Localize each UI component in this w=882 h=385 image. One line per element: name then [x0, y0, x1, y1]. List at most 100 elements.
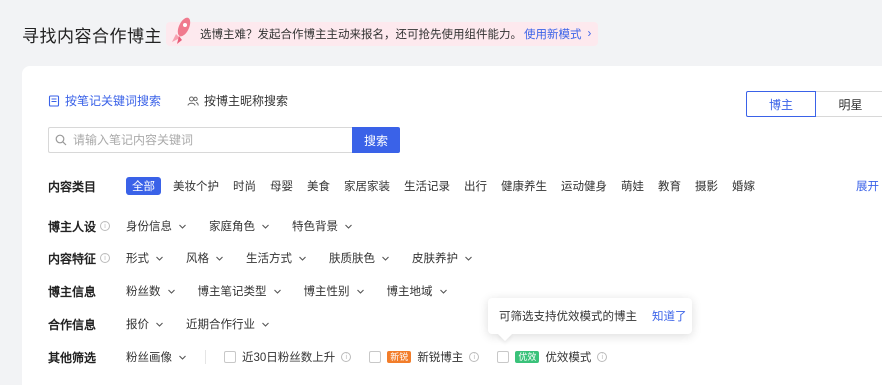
promo-text: 选博主难？发起合作博主主动来报名，还可抢先使用组件能力。: [200, 29, 522, 41]
dropdown-skin-type[interactable]: 肤质肤色: [329, 250, 390, 266]
search-card: 按笔记关键词搜索 按博主昵称搜索 博主 明星 搜索 内容类目 全部 美妆个护 时…: [22, 66, 882, 385]
dropdown-fans[interactable]: 粉丝数: [126, 283, 176, 299]
cooperation-row: 合作信息 报价 近期合作行业: [48, 314, 292, 334]
dropdown-label: 生活方式: [246, 253, 292, 265]
users-icon: [187, 96, 199, 106]
chevron-down-icon: [156, 256, 163, 261]
divider: [205, 350, 206, 364]
new-badge: 新锐: [387, 351, 412, 363]
segment-star[interactable]: 明星: [816, 91, 882, 117]
category-item[interactable]: 家居家装: [338, 177, 396, 195]
checkbox-fans-rising[interactable]: 近30日粉丝数上升 i: [224, 349, 352, 365]
info-icon[interactable]: i: [469, 352, 480, 362]
persona-row: 博主人设 i 身份信息 家庭角色 特色背景: [48, 216, 375, 236]
category-list: 全部 美妆个护 时尚 母婴 美食 家居家装 生活记录 出行 健康养生 运动健身 …: [126, 177, 761, 195]
category-item[interactable]: 健康养生: [495, 177, 553, 195]
dropdown-fans-profile[interactable]: 粉丝画像: [126, 349, 187, 365]
category-item[interactable]: 生活记录: [398, 177, 456, 195]
dropdown-skin-care[interactable]: 皮肤养护: [412, 250, 473, 266]
chevron-down-icon: [262, 224, 269, 229]
chevron-down-icon: [465, 256, 472, 261]
page-title: 寻找内容合作博主: [22, 27, 162, 46]
chevron-down-icon: [356, 289, 364, 294]
dropdown-label: 特色背景: [292, 221, 338, 233]
persona-label-text: 博主人设: [48, 219, 97, 234]
category-item[interactable]: 出行: [458, 177, 493, 195]
checkbox-label: 新锐博主: [417, 352, 464, 364]
dropdown-family-role[interactable]: 家庭角色: [209, 218, 270, 234]
persona-label: 博主人设 i: [48, 218, 126, 235]
search-button[interactable]: 搜索: [352, 127, 400, 153]
chevron-down-icon: [179, 224, 186, 229]
features-label-text: 内容特征: [48, 251, 97, 266]
rocket-icon: [172, 17, 191, 44]
info-icon[interactable]: i: [100, 253, 111, 263]
tab-note-keyword[interactable]: 按笔记关键词搜索: [48, 92, 161, 109]
info-icon[interactable]: i: [341, 352, 352, 362]
checkbox-effective-mode[interactable]: 优效 优效模式 i: [497, 349, 608, 365]
category-item[interactable]: 美食: [301, 177, 336, 195]
dropdown-label: 粉丝数: [126, 286, 161, 298]
category-item[interactable]: 摄影: [689, 177, 724, 195]
search-bar: 搜索: [48, 127, 400, 153]
dropdown-identity[interactable]: 身份信息: [126, 218, 187, 234]
dropdown-label: 博主地域: [386, 286, 433, 298]
chevron-down-icon: [273, 289, 281, 294]
chevron-down-icon: [345, 224, 352, 229]
tab-blogger-nickname-label: 按博主昵称搜索: [204, 94, 289, 108]
dropdown-note-type[interactable]: 博主笔记类型: [198, 283, 282, 299]
search-input[interactable]: [73, 133, 343, 147]
checkbox-new-blogger[interactable]: 新锐 新锐博主 i: [369, 349, 480, 365]
tab-blogger-nickname[interactable]: 按博主昵称搜索: [187, 92, 288, 109]
chevron-down-icon: [262, 322, 269, 327]
chevron-down-icon: [179, 355, 186, 360]
checkbox[interactable]: [224, 351, 236, 363]
dropdown-region[interactable]: 博主地域: [387, 283, 448, 299]
dropdown-label: 家庭角色: [209, 221, 255, 233]
promo-banner: 选博主难？发起合作博主主动来报名，还可抢先使用组件能力。 使用新模式 ›: [166, 17, 598, 46]
checkbox-label: 近30日粉丝数上升: [242, 352, 336, 364]
dropdown-lifestyle[interactable]: 生活方式: [246, 250, 307, 266]
dropdown-label: 皮肤养护: [412, 253, 458, 265]
dropdown-label: 博主笔记类型: [197, 286, 267, 298]
chevron-down-icon: [167, 289, 175, 294]
dropdown-label: 身份信息: [126, 221, 172, 233]
dropdown-label: 形式: [126, 253, 149, 265]
segment-blogger[interactable]: 博主: [746, 91, 816, 117]
dropdown-gender[interactable]: 博主性别: [304, 283, 365, 299]
dropdown-label: 报价: [126, 319, 149, 331]
document-icon: [48, 94, 60, 107]
category-item[interactable]: 运动健身: [555, 177, 613, 195]
cooperation-label: 合作信息: [48, 317, 97, 332]
dropdown-label: 粉丝画像: [126, 352, 172, 364]
category-item[interactable]: 婚嫁: [726, 177, 761, 195]
tab-note-keyword-label: 按笔记关键词搜索: [65, 94, 162, 108]
category-item[interactable]: 母婴: [264, 177, 299, 195]
chevron-right-icon[interactable]: ›: [588, 28, 592, 40]
dropdown-form[interactable]: 形式: [126, 250, 164, 266]
dropdown-background[interactable]: 特色背景: [292, 218, 353, 234]
content-category-row: 内容类目 全部 美妆个护 时尚 母婴 美食 家居家装 生活记录 出行 健康养生 …: [48, 176, 882, 196]
chevron-down-icon: [156, 322, 163, 327]
dropdown-price[interactable]: 报价: [126, 316, 164, 332]
tooltip-dismiss-button[interactable]: 知道了: [652, 308, 687, 324]
checkbox[interactable]: [369, 351, 382, 363]
category-item[interactable]: 时尚: [227, 177, 262, 195]
info-icon[interactable]: i: [100, 221, 111, 231]
category-item[interactable]: 萌娃: [615, 177, 650, 195]
category-item[interactable]: 美妆个护: [167, 177, 225, 195]
expand-link[interactable]: 展开: [856, 178, 879, 194]
search-icon: [55, 134, 67, 146]
dropdown-label: 肤质肤色: [329, 253, 375, 265]
dropdown-label: 近期合作行业: [186, 319, 255, 331]
category-all[interactable]: 全部: [126, 177, 161, 195]
search-field: [48, 127, 352, 153]
promo-link[interactable]: 使用新模式: [524, 26, 582, 42]
dropdown-style[interactable]: 风格: [186, 250, 224, 266]
category-item[interactable]: 教育: [652, 177, 687, 195]
dropdown-label: 风格: [186, 253, 209, 265]
info-icon[interactable]: i: [597, 352, 608, 362]
checkbox[interactable]: [497, 351, 510, 363]
chevron-down-icon: [439, 289, 447, 294]
dropdown-industry[interactable]: 近期合作行业: [186, 316, 270, 332]
